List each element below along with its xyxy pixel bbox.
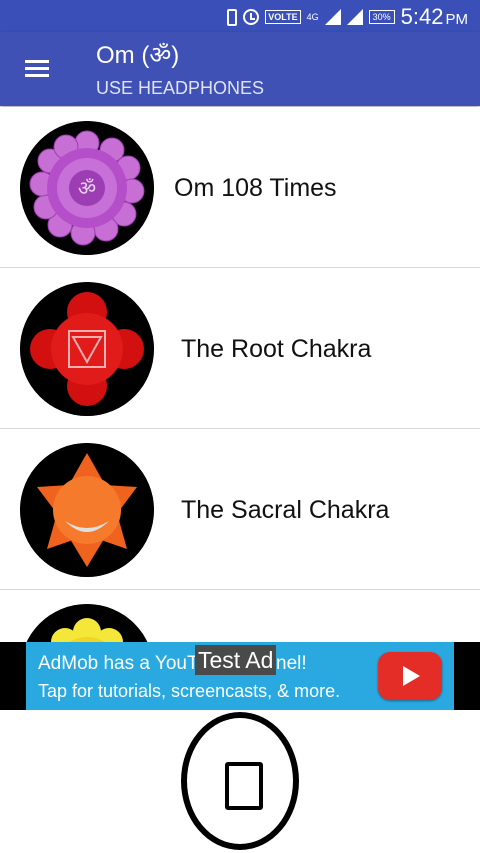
youtube-play-icon [378,652,442,700]
clock-ampm: PM [445,11,469,28]
status-icons: VOLTE 4G 30% 5:42 PM [227,4,468,30]
hamburger-icon-line [25,67,49,70]
root-chakra-icon [20,282,154,416]
network-type: 4G [306,12,319,22]
list-item-label: The Sacral Chakra [181,496,390,524]
app-subtitle: USE HEADPHONES [96,78,265,98]
svg-text:ॐ: ॐ [78,176,96,200]
list-item-label: Om 108 Times [174,174,337,202]
signal-icon-2 [346,9,363,25]
bottom-nav [0,710,480,853]
battery-indicator: 30% [368,10,395,24]
sacral-chakra-icon [20,443,154,577]
ad-banner[interactable]: AdMob has a YouTube channel! Tap for tut… [26,642,454,710]
ad-description: Tap for tutorials, screencasts, & more. [38,681,341,701]
home-button[interactable] [181,712,299,850]
menu-button[interactable] [25,60,49,78]
app-title: Om (ॐ) [96,42,180,69]
list-item-om-108[interactable]: ॐ Om 108 Times [0,107,480,268]
om-sahasrara-icon: ॐ [20,121,154,255]
alarm-icon [243,9,260,25]
volte-badge: VOLTE [265,10,301,24]
list-item-root-chakra[interactable]: The Root Chakra [0,268,480,429]
signal-icon [324,9,341,25]
test-ad-badge: Test Ad [195,645,277,675]
ad-container: AdMob has a YouTube channel! Tap for tut… [0,642,480,710]
app-bar: Om (ॐ) USE HEADPHONES [0,32,480,106]
clock-time: 5:42 [400,4,444,29]
hamburger-icon-line [25,60,49,63]
phone-icon [227,8,238,26]
status-bar: VOLTE 4G 30% 5:42 PM [0,0,480,32]
list-item-sacral-chakra[interactable]: The Sacral Chakra [0,429,480,590]
hamburger-icon-line [25,74,49,77]
list-item-label: The Root Chakra [181,335,372,363]
square-icon [225,762,263,810]
